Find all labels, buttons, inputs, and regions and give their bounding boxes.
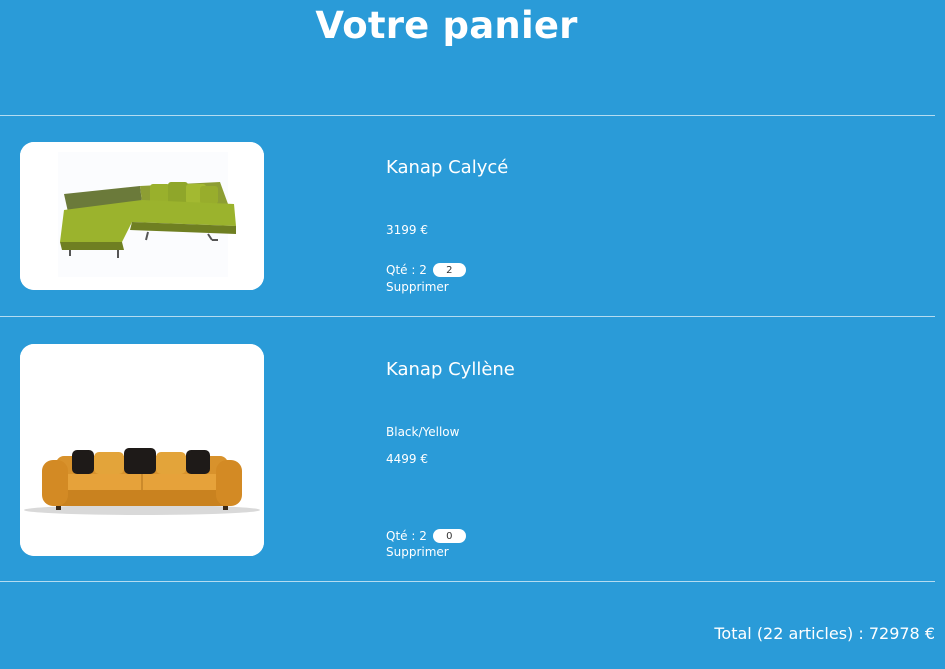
product-price: 4499 €	[386, 452, 428, 466]
divider	[0, 316, 935, 317]
quantity-input[interactable]	[432, 529, 466, 543]
quantity-row: Qté : 2	[386, 529, 466, 543]
quantity-label: Qté : 2	[386, 263, 427, 277]
product-image	[20, 142, 264, 290]
product-color: Black/Yellow	[386, 425, 460, 439]
product-price: 3199 €	[386, 223, 428, 237]
product-name: Kanap Calycé	[386, 157, 509, 178]
delete-button[interactable]: Supprimer	[386, 280, 449, 294]
green-sectional-sofa-image	[20, 142, 264, 290]
product-image	[20, 344, 264, 556]
divider	[0, 581, 935, 582]
product-name: Kanap Cyllène	[386, 359, 515, 380]
page-title: Votre panier	[315, 4, 578, 47]
divider	[0, 115, 935, 116]
quantity-label: Qté : 2	[386, 529, 427, 543]
delete-button[interactable]: Supprimer	[386, 545, 449, 559]
yellow-sofa-image	[20, 344, 264, 556]
cart-total: Total (22 articles) : 72978 €	[714, 624, 935, 643]
quantity-row: Qté : 2	[386, 263, 466, 277]
quantity-input[interactable]	[432, 263, 466, 277]
